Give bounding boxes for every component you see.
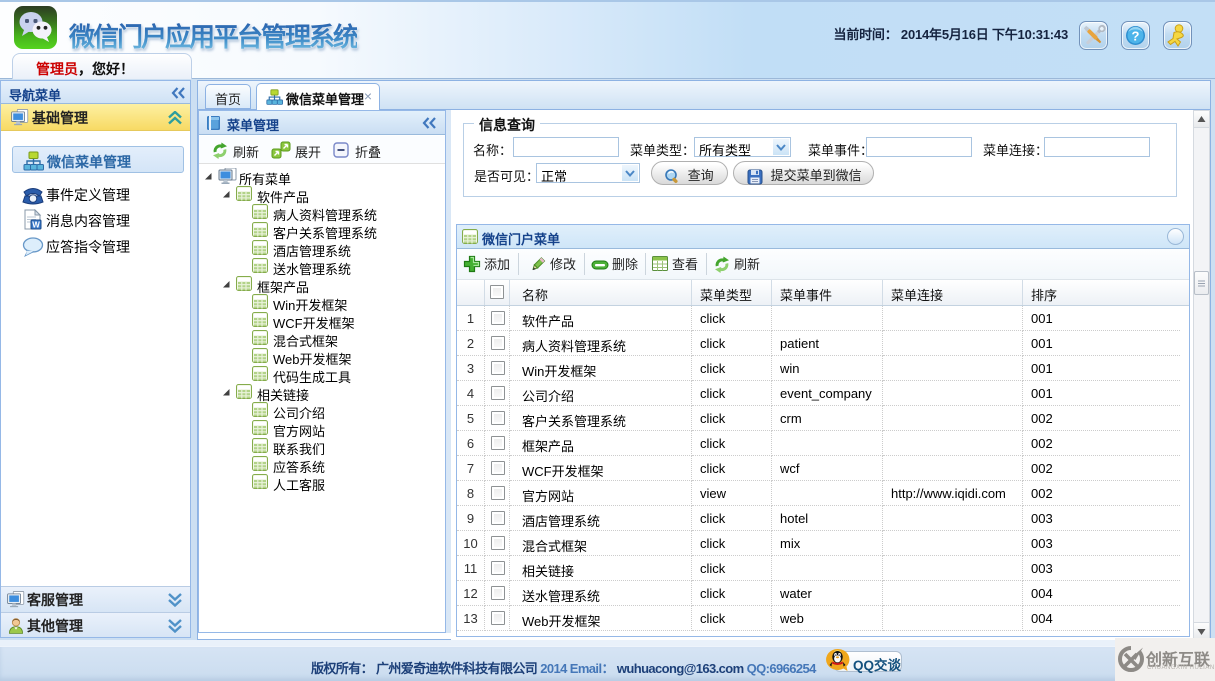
svg-text:W: W [32, 221, 40, 230]
svg-text:?: ? [1132, 29, 1140, 44]
